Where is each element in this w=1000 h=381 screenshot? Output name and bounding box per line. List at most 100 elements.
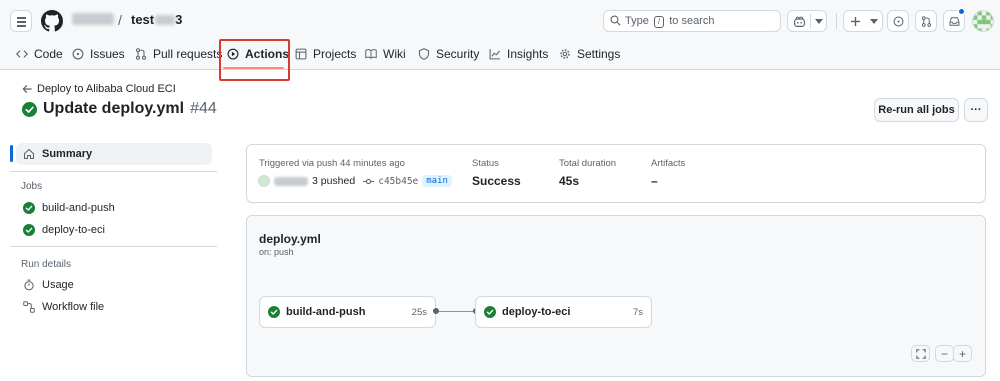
repo-name[interactable]: test 3 [131,12,182,27]
button-label: Re-run all jobs [878,104,955,116]
run-title: Update deploy.yml [43,100,185,117]
search-prefix: Type [625,15,649,27]
success-check-icon [484,306,496,318]
tab-pull-requests[interactable]: Pull requests [135,43,222,65]
workflow-file-name[interactable]: deploy.yml [259,232,321,246]
tab-label: Insights [507,47,549,61]
path-separator: / [118,12,122,28]
repo-owner-redacted[interactable] [72,13,114,25]
success-check-icon [268,306,280,318]
sidebar-divider [10,246,217,247]
book-icon [365,49,377,59]
split-divider [810,14,811,28]
sidebar-item-usage[interactable]: Usage [16,274,212,296]
chevron-down-icon [870,19,878,24]
arrow-left-icon [22,85,32,93]
run-details-heading: Run details [21,259,72,270]
git-pull-request-icon [921,16,932,27]
global-header: / test 3 Type / to search Code Issues Pu… [0,0,1000,70]
copilot-icon [794,16,805,27]
tab-wiki[interactable]: Wiki [365,43,406,65]
hamburger-line [17,21,26,23]
sidebar-label: deploy-to-eci [42,224,105,236]
hamburger-line [17,25,26,27]
header-divider [836,13,837,29]
status-value: Success [472,174,521,188]
identicon-icon [973,11,993,31]
sidebar-item-summary[interactable]: Summary [16,143,212,165]
menu-button[interactable] [10,10,32,32]
search-input[interactable]: Type / to search [603,10,781,32]
sidebar-item-build-and-push[interactable]: build-and-push [16,197,212,219]
job-duration: 7s [632,306,643,318]
tab-label: Wiki [383,47,406,61]
workflow-name: Deploy to Alibaba Cloud ECI [37,83,176,95]
stopwatch-icon [24,279,34,291]
push-info: 3 pushed c45b45e main [258,175,452,187]
job-node-build-and-push[interactable]: build-and-push 25s [259,296,436,328]
repo-name-redacted [155,15,176,25]
github-logo-icon[interactable] [41,10,63,32]
issue-opened-icon [72,48,84,60]
selected-indicator [10,145,13,162]
tab-label: Security [436,47,480,61]
tab-label: Issues [90,47,125,61]
graph-icon [489,49,500,60]
tab-code[interactable]: Code [16,43,63,65]
workflow-trigger: on: push [259,247,294,257]
tab-label: Projects [313,47,357,61]
branch-badge[interactable]: main [422,175,452,187]
home-icon [23,148,35,160]
zoom-in-button[interactable]: + [953,345,972,362]
tab-settings[interactable]: Settings [559,43,620,65]
success-check-icon [23,224,35,236]
issues-button[interactable] [887,10,909,32]
rerun-all-jobs-button[interactable]: Re-run all jobs [874,98,959,122]
workflow-back-link[interactable]: Deploy to Alibaba Cloud ECI [22,83,176,95]
actor-redacted [274,176,308,186]
table-icon [295,48,307,60]
actor-action: 3 pushed [312,175,356,187]
artifacts-label: Artifacts [651,158,686,169]
more-options-button[interactable]: ··· [964,98,988,122]
avatar[interactable] [972,10,994,32]
fullscreen-button[interactable] [911,345,930,362]
git-commit-icon [363,178,375,184]
issue-opened-icon [893,16,904,27]
success-check-icon [23,202,35,214]
job-name: deploy-to-eci [502,306,571,318]
copilot-button[interactable] [787,10,827,32]
connector-dot [433,308,439,314]
tab-projects[interactable]: Projects [295,43,356,65]
tab-label: Code [34,47,63,61]
status-label: Status [472,158,499,169]
code-icon [16,50,28,58]
avatar[interactable] [258,175,270,187]
search-suffix: to search [669,15,715,27]
tab-label: Settings [577,47,621,61]
job-duration: 25s [411,306,427,318]
sidebar-label: Usage [42,279,74,291]
create-new-button[interactable] [843,10,883,32]
trigger-text: Triggered via push 44 minutes ago [259,158,405,169]
commit-sha-link[interactable]: c45b45e [378,176,418,187]
success-check-icon [22,101,37,117]
plus-icon: + [958,346,966,361]
tab-insights[interactable]: Insights [489,43,548,65]
artifacts-value: – [651,174,658,188]
pull-requests-button[interactable] [915,10,937,32]
hamburger-line [17,17,26,19]
sidebar-divider [10,171,217,172]
job-connector [436,311,476,312]
tab-security[interactable]: Security [418,43,479,65]
sidebar-item-deploy-to-eci[interactable]: deploy-to-eci [16,219,212,241]
minus-icon: − [940,346,948,361]
sidebar-item-workflow-file[interactable]: Workflow file [16,296,212,318]
job-node-deploy-to-eci[interactable]: deploy-to-eci 7s [475,296,652,328]
kebab-icon: ··· [970,104,982,116]
page-title: Update deploy.yml #44 [22,100,217,118]
tab-issues[interactable]: Issues [72,43,125,65]
repo-name-text: test [131,12,155,27]
zoom-out-button[interactable]: − [935,345,954,362]
search-shortcut-key: / [653,16,665,28]
